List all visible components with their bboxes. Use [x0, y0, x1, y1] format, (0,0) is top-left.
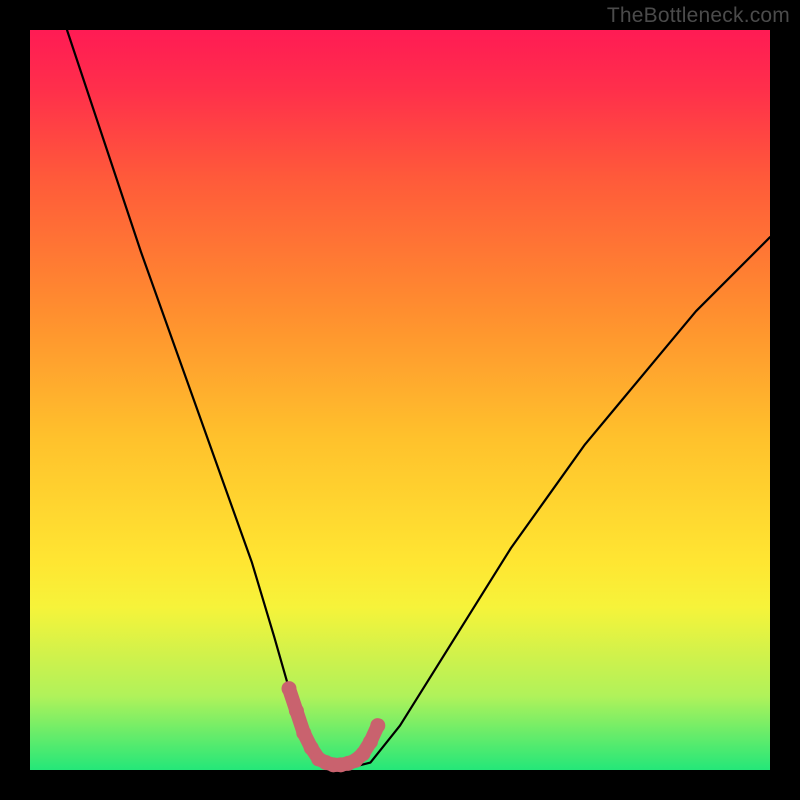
- chart-frame: TheBottleneck.com: [0, 0, 800, 800]
- optimal-zone-dot: [370, 718, 385, 733]
- optimal-zone-dot: [289, 703, 304, 718]
- watermark-text: TheBottleneck.com: [607, 4, 790, 28]
- optimal-zone-dot: [363, 734, 378, 749]
- bottleneck-curve: [67, 30, 770, 766]
- optimal-zone-dot: [282, 681, 297, 696]
- chart-svg: [30, 30, 770, 770]
- optimal-zone-dot: [296, 726, 311, 741]
- plot-area: [30, 30, 770, 770]
